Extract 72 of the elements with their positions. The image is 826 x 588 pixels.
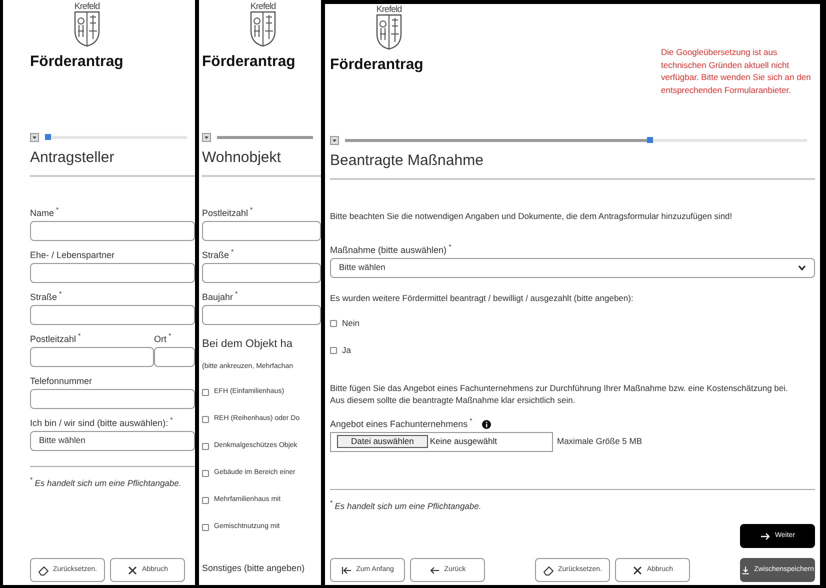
text-field[interactable] [30,304,195,324]
section-heading: Beantragte Maßnahme [330,151,484,171]
field-label: Baujahr $^{*}$ [202,290,239,302]
field-label: Straße $^{*}$ [30,290,63,302]
checkbox[interactable] [330,346,337,354]
field-label: Postleitzahl $^{*}$ [202,206,254,218]
arrow-to-start-icon [341,564,352,576]
dropdown-toggle-icon [202,133,211,142]
logo-text: Krefeld [74,1,100,11]
text-field[interactable] [30,388,195,408]
checkbox[interactable] [202,389,209,396]
dropdown-toggle-icon [330,136,339,145]
chevron-down-icon [798,264,806,270]
info-icon [482,420,492,429]
form-title: Förderantrag [330,55,424,75]
field-label: Ort $^{*}$ [154,332,172,344]
file-status: Keine ausgewählt [430,435,497,448]
checkbox[interactable] [202,416,209,423]
logo-text: Krefeld [376,4,402,14]
subsection-heading: Bei dem Objekt ha [202,336,294,352]
text-field[interactable] [202,220,321,240]
field-label: Sonstiges (bitte angeben) [202,562,306,575]
checkbox[interactable] [202,497,209,504]
file-size-hint: Maximale Größe 5 MB [557,435,642,448]
text-field[interactable] [30,262,195,282]
select-field[interactable]: Bitte wählen [30,430,195,450]
eraser-icon [543,564,554,576]
field-label: Ich bin / wir sind (bitte auswählen): $^{*}$ [30,416,174,428]
required-note: $^{*}$ Es handelt sich um eine Pflichtangabe. [30,476,182,490]
download-icon [741,564,750,576]
notice-text: Die Googleübersetzung ist aus technischen Gründen aktuell nicht verfügbar. Bitte wenden Sie sich an den entsprechenden Formularanbieter. [661,46,812,96]
eraser-icon [38,564,50,576]
section-heading: Antragsteller [30,148,116,168]
field-label: Straße $^{*}$ [202,248,235,260]
form-title: Förderantrag [30,52,124,72]
arrow-right-icon [760,530,771,542]
close-icon [632,564,643,576]
text-field[interactable] [154,346,195,366]
logo-text: Krefeld [250,1,276,11]
select-value: Bitte wählen [39,434,86,447]
paragraph-text: Bitte beachten Sie die notwendigen Angaben und Dokumente, die dem Antragsformular hinzuzufügen sind! [330,210,734,222]
paragraph-text: Bitte fügen Sie das Angebot eines Fachunternehmens zur Durchführung Ihrer Maßnahme bzw. eine Kostenschätzung bei. Aus diesem sollte die beantragte Maßnahme klar ersichtlich sein. [330,382,789,406]
field-label: Ehe- / Lebenspartner [30,248,116,260]
text-field[interactable] [202,304,321,324]
required-note: $^{*}$ Es handelt sich um eine Pflichtangabe. [330,500,482,512]
text-field[interactable] [30,346,154,366]
form-title: Förderantrag [202,52,296,72]
dropdown-toggle-icon [30,133,39,142]
text-field[interactable] [30,220,195,240]
paragraph-text: Es wurden weitere Fördermittel beantragt / bewilligt / ausgezahlt (bitte angeben): [330,292,634,304]
section-heading: Wohnobjekt [202,148,282,168]
checkbox-label: Nein [342,316,360,330]
select-value: Bitte wählen [339,261,386,274]
arrow-left-icon [429,564,440,576]
checkbox[interactable] [202,470,209,477]
field-label: Postleitzahl $^{*}$ [30,332,82,344]
close-icon [126,564,138,576]
text-field[interactable] [202,262,321,282]
file-input[interactable]: Datei auswählen Keine ausgewählt [330,432,553,452]
field-label: Name $^{*}$ [30,206,60,218]
choose-file-button[interactable]: Datei auswählen [337,435,428,448]
checkbox[interactable] [330,320,337,326]
coat-of-arms-drawing [74,11,100,47]
field-label: Maßnahme (bitte auswählen) $^{*}$ [330,244,452,256]
checkbox[interactable] [202,524,209,531]
coat-of-arms-drawing [376,14,402,50]
field-label: Telefonnummer [30,374,94,386]
coat-of-arms-drawing [250,11,276,47]
select-field[interactable]: Bitte wählen [330,258,815,278]
checkbox[interactable] [202,443,209,450]
field-label: Angebot eines Fachunternehmens $^{*}$ [330,418,472,430]
checkbox-label: Ja [342,344,351,356]
